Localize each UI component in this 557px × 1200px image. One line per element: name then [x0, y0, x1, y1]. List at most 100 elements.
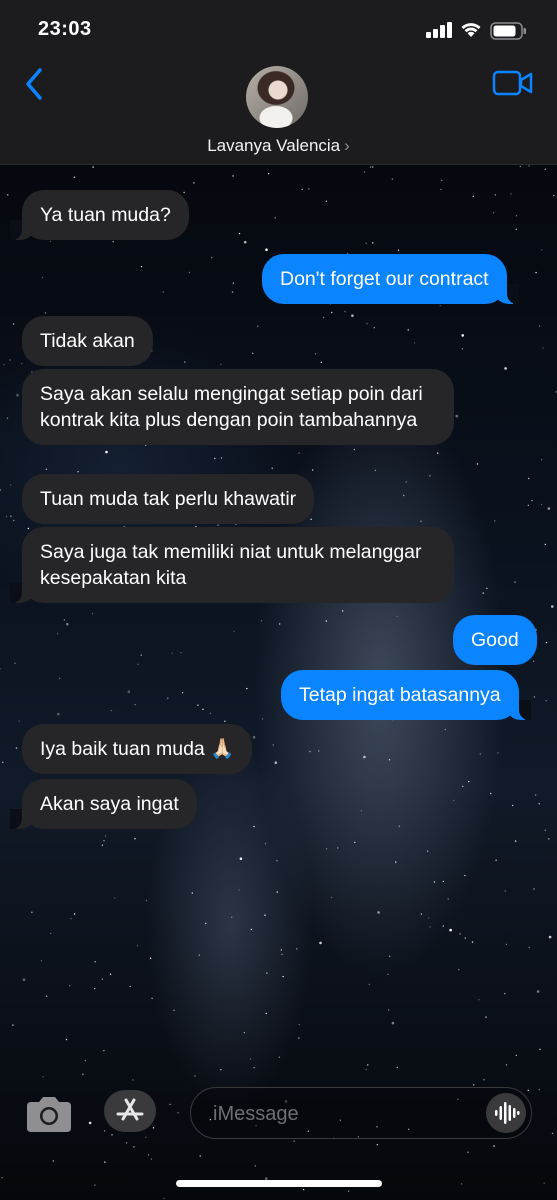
star: [535, 271, 537, 274]
message-bubble-incoming[interactable]: Ya tuan muda?: [10, 190, 189, 240]
home-indicator[interactable]: [176, 1180, 382, 1187]
star: [494, 520, 496, 522]
star: [331, 311, 333, 314]
star: [310, 518, 312, 520]
star: [21, 363, 23, 365]
star: [368, 983, 370, 986]
star: [351, 314, 354, 317]
message-bubble-incoming[interactable]: Tuan muda tak perlu khawatir: [22, 474, 315, 524]
star: [198, 954, 200, 956]
message-bubble-incoming[interactable]: Iya baik tuan muda 🙏🏻: [22, 724, 253, 774]
star: [188, 271, 191, 274]
star: [293, 1140, 295, 1142]
audio-waveform-icon: [495, 1102, 520, 1124]
message-bubble-incoming[interactable]: Saya akan selalu mengingat setiap poin d…: [22, 369, 454, 445]
star: [442, 880, 445, 883]
star: [547, 507, 551, 510]
star: [191, 892, 193, 894]
star: [515, 228, 517, 230]
message-bubble-outgoing[interactable]: Good: [453, 615, 537, 665]
star: [482, 592, 484, 594]
message-bubble-outgoing[interactable]: Tetap ingat batasannya: [281, 670, 531, 720]
contact-avatar[interactable]: [246, 66, 308, 128]
star: [63, 619, 66, 621]
star: [344, 311, 346, 313]
star: [104, 835, 107, 837]
star: [31, 911, 33, 913]
facetime-video-button[interactable]: [492, 68, 534, 98]
star: [2, 761, 4, 763]
message-input[interactable]: [211, 1098, 475, 1130]
star: [314, 353, 317, 355]
message-bubble-incoming[interactable]: Tidak akan: [22, 316, 153, 366]
battery-icon: [490, 22, 526, 40]
star: [205, 922, 207, 925]
star: [171, 652, 173, 654]
message-bubble-outgoing[interactable]: Don't forget our contract: [262, 254, 519, 304]
camera-button[interactable]: [24, 1094, 74, 1134]
star: [114, 897, 116, 899]
star: [325, 620, 327, 622]
star: [109, 973, 112, 975]
star: [441, 179, 443, 182]
star: [231, 291, 234, 293]
star: [202, 708, 204, 710]
star: [462, 785, 464, 788]
star: [267, 173, 270, 175]
star: [366, 323, 368, 325]
message-bubble-incoming[interactable]: Saya juga tak memiliki niat untuk melang…: [10, 527, 454, 603]
message-text: Akan saya ingat: [40, 793, 179, 815]
app-store-button[interactable]: [104, 1090, 156, 1132]
star: [505, 943, 508, 946]
star: [486, 587, 488, 590]
star: [514, 840, 517, 842]
star: [354, 841, 356, 844]
star: [493, 1145, 495, 1147]
star: [162, 291, 164, 293]
star: [455, 414, 459, 418]
message-text: Tidak akan: [40, 330, 135, 352]
star: [391, 178, 394, 180]
star: [111, 1134, 113, 1136]
cellular-signal-icon: [426, 22, 452, 38]
star: [398, 825, 400, 827]
star: [209, 712, 211, 714]
imessage-input-container[interactable]: [190, 1087, 532, 1139]
star: [133, 1146, 135, 1148]
star: [264, 843, 267, 845]
star: [444, 728, 446, 731]
star: [528, 477, 530, 480]
star: [0, 668, 1, 670]
star: [282, 975, 284, 978]
star: [6, 417, 9, 419]
star: [320, 361, 322, 363]
star: [276, 891, 278, 893]
star: [473, 1084, 475, 1086]
star: [220, 363, 222, 365]
star: [439, 304, 441, 307]
star: [173, 1009, 175, 1011]
star: [510, 193, 512, 195]
star: [302, 1188, 305, 1191]
star: [388, 1009, 390, 1011]
contact-name-button[interactable]: Lavanya Valencia ›: [0, 136, 557, 156]
message-bubble-incoming[interactable]: Akan saya ingat: [10, 779, 197, 829]
star: [528, 165, 530, 167]
star: [372, 166, 374, 168]
star: [298, 1037, 300, 1039]
star: [233, 630, 235, 633]
star: [539, 1048, 541, 1051]
star: [363, 171, 366, 173]
star: [264, 914, 266, 916]
star: [494, 194, 497, 196]
audio-record-button[interactable]: [486, 1093, 526, 1133]
star: [40, 960, 43, 962]
star: [533, 696, 536, 698]
star: [395, 861, 397, 863]
star: [180, 651, 182, 654]
star: [367, 1064, 369, 1066]
star: [194, 1075, 196, 1077]
star: [45, 468, 48, 470]
back-button[interactable]: [20, 66, 50, 102]
star: [261, 718, 264, 720]
